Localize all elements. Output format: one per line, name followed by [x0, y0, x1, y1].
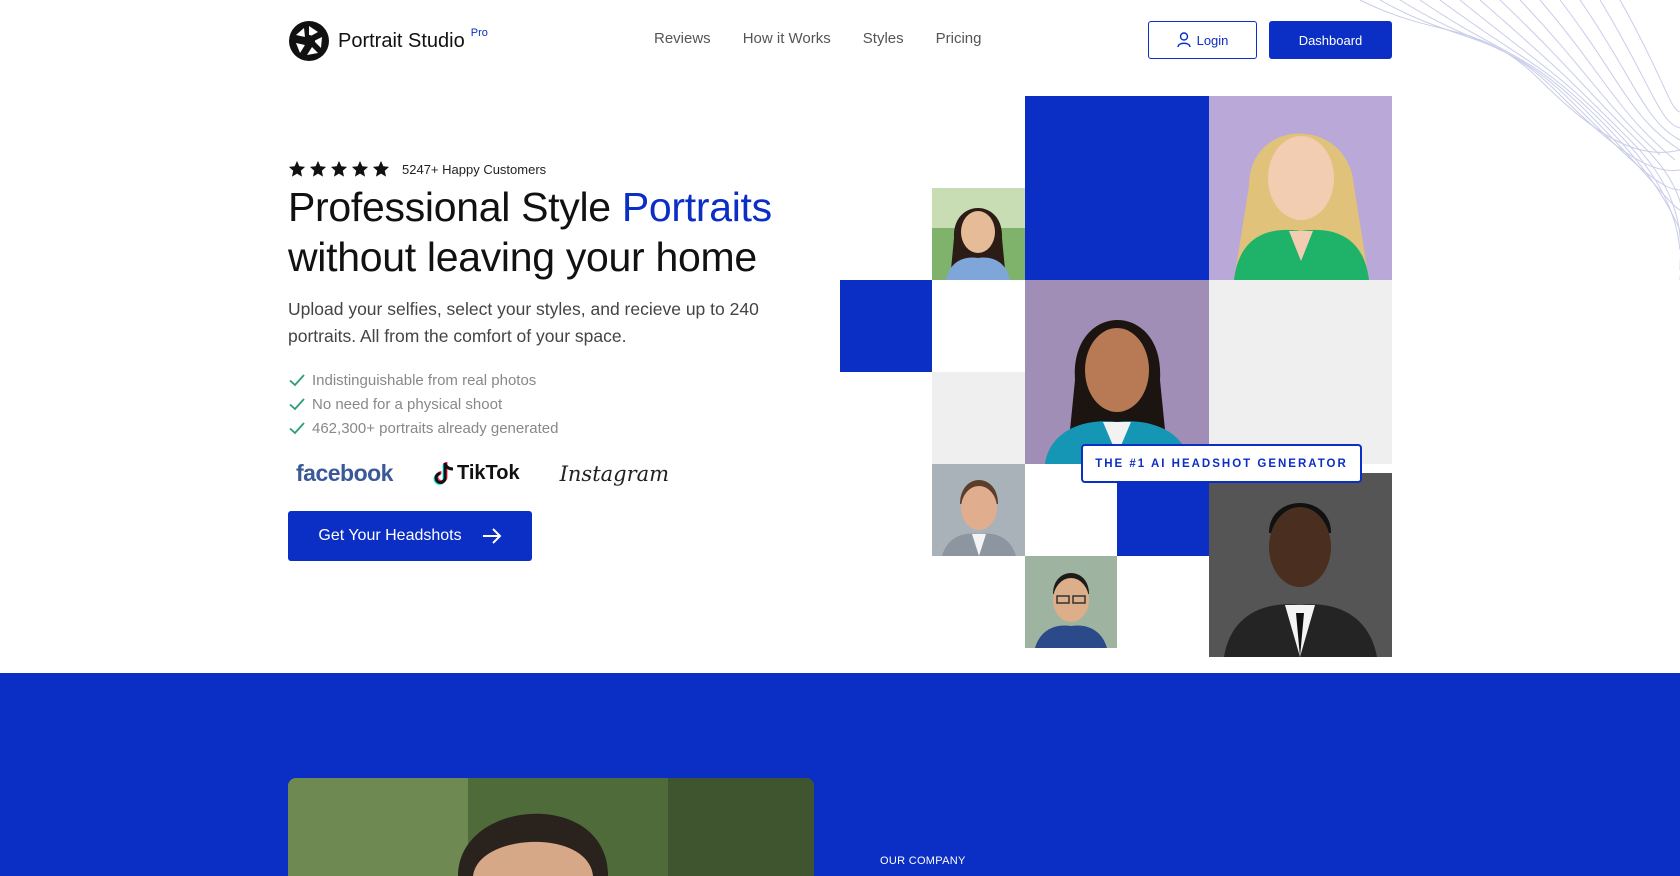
star-icon: [309, 160, 327, 177]
brand-tier: Pro: [470, 27, 488, 39]
checkmark-icon: [289, 374, 305, 387]
collage-blue-block: [1025, 96, 1209, 280]
headline-line2: without leaving your home: [288, 234, 757, 280]
star-icon: [288, 160, 306, 177]
tiktok-logo: TikTok: [433, 461, 520, 487]
user-icon: [1176, 32, 1191, 48]
company-section: [0, 673, 1680, 876]
facebook-logo: facebook: [296, 460, 393, 486]
aperture-icon: [289, 21, 329, 61]
portrait-man-black-suit: [1209, 473, 1392, 657]
nav-link-reviews[interactable]: Reviews: [654, 30, 711, 47]
feature-text: 462,300+ portraits already generated: [312, 419, 559, 437]
instagram-logo: Instagram: [559, 461, 670, 486]
company-photo: [288, 778, 814, 876]
arrow-right-icon: [482, 528, 502, 544]
feature-text: Indistinguishable from real photos: [312, 371, 537, 389]
headshot-generator-badge: THE #1 AI HEADSHOT GENERATOR: [1081, 444, 1362, 483]
star-icon: [372, 160, 390, 177]
feature-item: 462,300+ portraits already generated: [288, 416, 558, 440]
feature-item: No need for a physical shoot: [288, 392, 558, 416]
login-label: Login: [1196, 32, 1229, 48]
hero-subtitle: Upload your selfies, select your styles,…: [288, 299, 759, 346]
login-button[interactable]: Login: [1148, 21, 1257, 59]
portrait-blonde-woman: [1209, 96, 1392, 280]
brand-logo[interactable]: Portrait Studio Pro: [288, 20, 488, 62]
tiktok-wordmark: TikTok: [456, 462, 520, 484]
star-rating: [288, 160, 390, 178]
hero-headline: Professional Style Portraits without lea…: [288, 182, 772, 282]
main-nav: Reviews How it Works Styles Pricing: [654, 30, 981, 47]
star-icon: [351, 160, 369, 177]
nav-link-pricing[interactable]: Pricing: [936, 30, 982, 47]
headline-accent: Portraits: [621, 184, 772, 230]
collage-grey-block: [932, 372, 1025, 464]
headline-part1: Professional Style: [288, 184, 622, 230]
cta-label: Get Your Headshots: [318, 527, 462, 544]
tiktok-icon: [433, 461, 454, 485]
feature-item: Indistinguishable from real photos: [288, 368, 558, 392]
get-headshots-button[interactable]: Get Your Headshots: [288, 511, 532, 561]
star-icon: [330, 160, 348, 177]
feature-list: Indistinguishable from real photos No ne…: [288, 368, 558, 440]
feature-text: No need for a physical shoot: [312, 395, 503, 413]
portrait-man-grey-suit: [932, 464, 1025, 556]
customer-rating: 5247+ Happy Customers: [288, 160, 546, 178]
happy-customers-count: 5247+ Happy Customers: [402, 161, 547, 177]
social-logos: facebook TikTok Instagram: [296, 460, 669, 487]
collage-grey-block: [1209, 280, 1392, 464]
top-header: Portrait Studio Pro Reviews How it Works…: [0, 0, 1680, 80]
dashboard-button[interactable]: Dashboard: [1269, 21, 1392, 59]
checkmark-icon: [289, 422, 305, 435]
portrait-man-glasses: [1025, 556, 1117, 648]
checkmark-icon: [289, 398, 305, 411]
brand-name: Portrait Studio: [338, 29, 465, 52]
portrait-young-woman: [932, 188, 1025, 280]
collage-blue-block: [840, 280, 932, 372]
our-company-label: OUR COMPANY: [880, 855, 966, 867]
nav-link-how-it-works[interactable]: How it Works: [743, 30, 831, 47]
nav-link-styles[interactable]: Styles: [863, 30, 904, 47]
portrait-woman-teal-blazer: [1025, 280, 1209, 464]
